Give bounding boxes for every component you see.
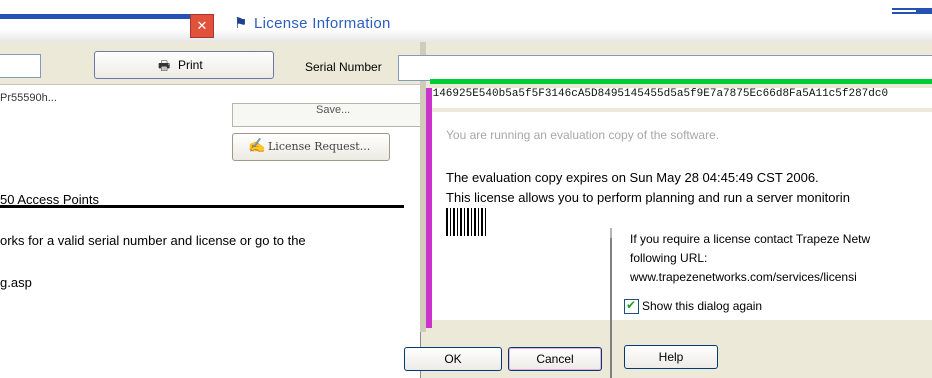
barcode-graphic (446, 208, 486, 236)
evaluation-notice: You are running an evaluation copy of th… (446, 128, 720, 142)
license-key-field[interactable]: 0146925E540b5a5f5F3146cA5D8495145455d5a5… (426, 88, 932, 108)
contact-url[interactable]: www.trapezenetworks.com/services/licensi (630, 270, 857, 284)
ok-button[interactable]: OK (404, 347, 502, 371)
green-status-bar (430, 79, 932, 84)
left-key-text: Pr55590h... (0, 92, 57, 104)
show-dialog-label[interactable]: Show this dialog again (642, 299, 762, 313)
web-instructions-text: orks for a valid serial number and licen… (0, 233, 306, 248)
cancel-button[interactable]: Cancel (508, 347, 602, 371)
contact-text: If you require a license contact Trapeze… (630, 232, 871, 246)
expiry-text: The evaluation copy expires on Sun May 2… (446, 170, 819, 185)
license-icon: ⚑ (234, 15, 248, 32)
help-button[interactable]: Help (624, 345, 718, 369)
help-divider (610, 238, 612, 378)
serial-number-input[interactable] (398, 55, 932, 81)
printer-icon: 🖶 (158, 58, 171, 73)
access-points-rule (0, 205, 404, 208)
title-bar (0, 0, 932, 42)
magenta-marker (426, 88, 432, 328)
asp-url-text: g.asp (0, 275, 32, 290)
title-rule (216, 10, 916, 12)
checkmark-icon: ✔ (626, 298, 637, 312)
app-logo-icon: ✕ (190, 14, 214, 38)
save-label: Save... (316, 104, 351, 116)
license-request-label: License Request... (268, 140, 371, 153)
left-text-field[interactable] (0, 54, 41, 78)
print-label: Print (178, 58, 203, 72)
title-stripe-left (0, 14, 200, 19)
license-scope-text: This license allows you to perform plann… (446, 190, 850, 205)
contact-url-label: following URL: (630, 251, 708, 265)
serial-number-label: Serial Number (305, 60, 382, 74)
license-request-icon: ✍ (248, 137, 266, 153)
window-title: License Information (254, 15, 391, 32)
